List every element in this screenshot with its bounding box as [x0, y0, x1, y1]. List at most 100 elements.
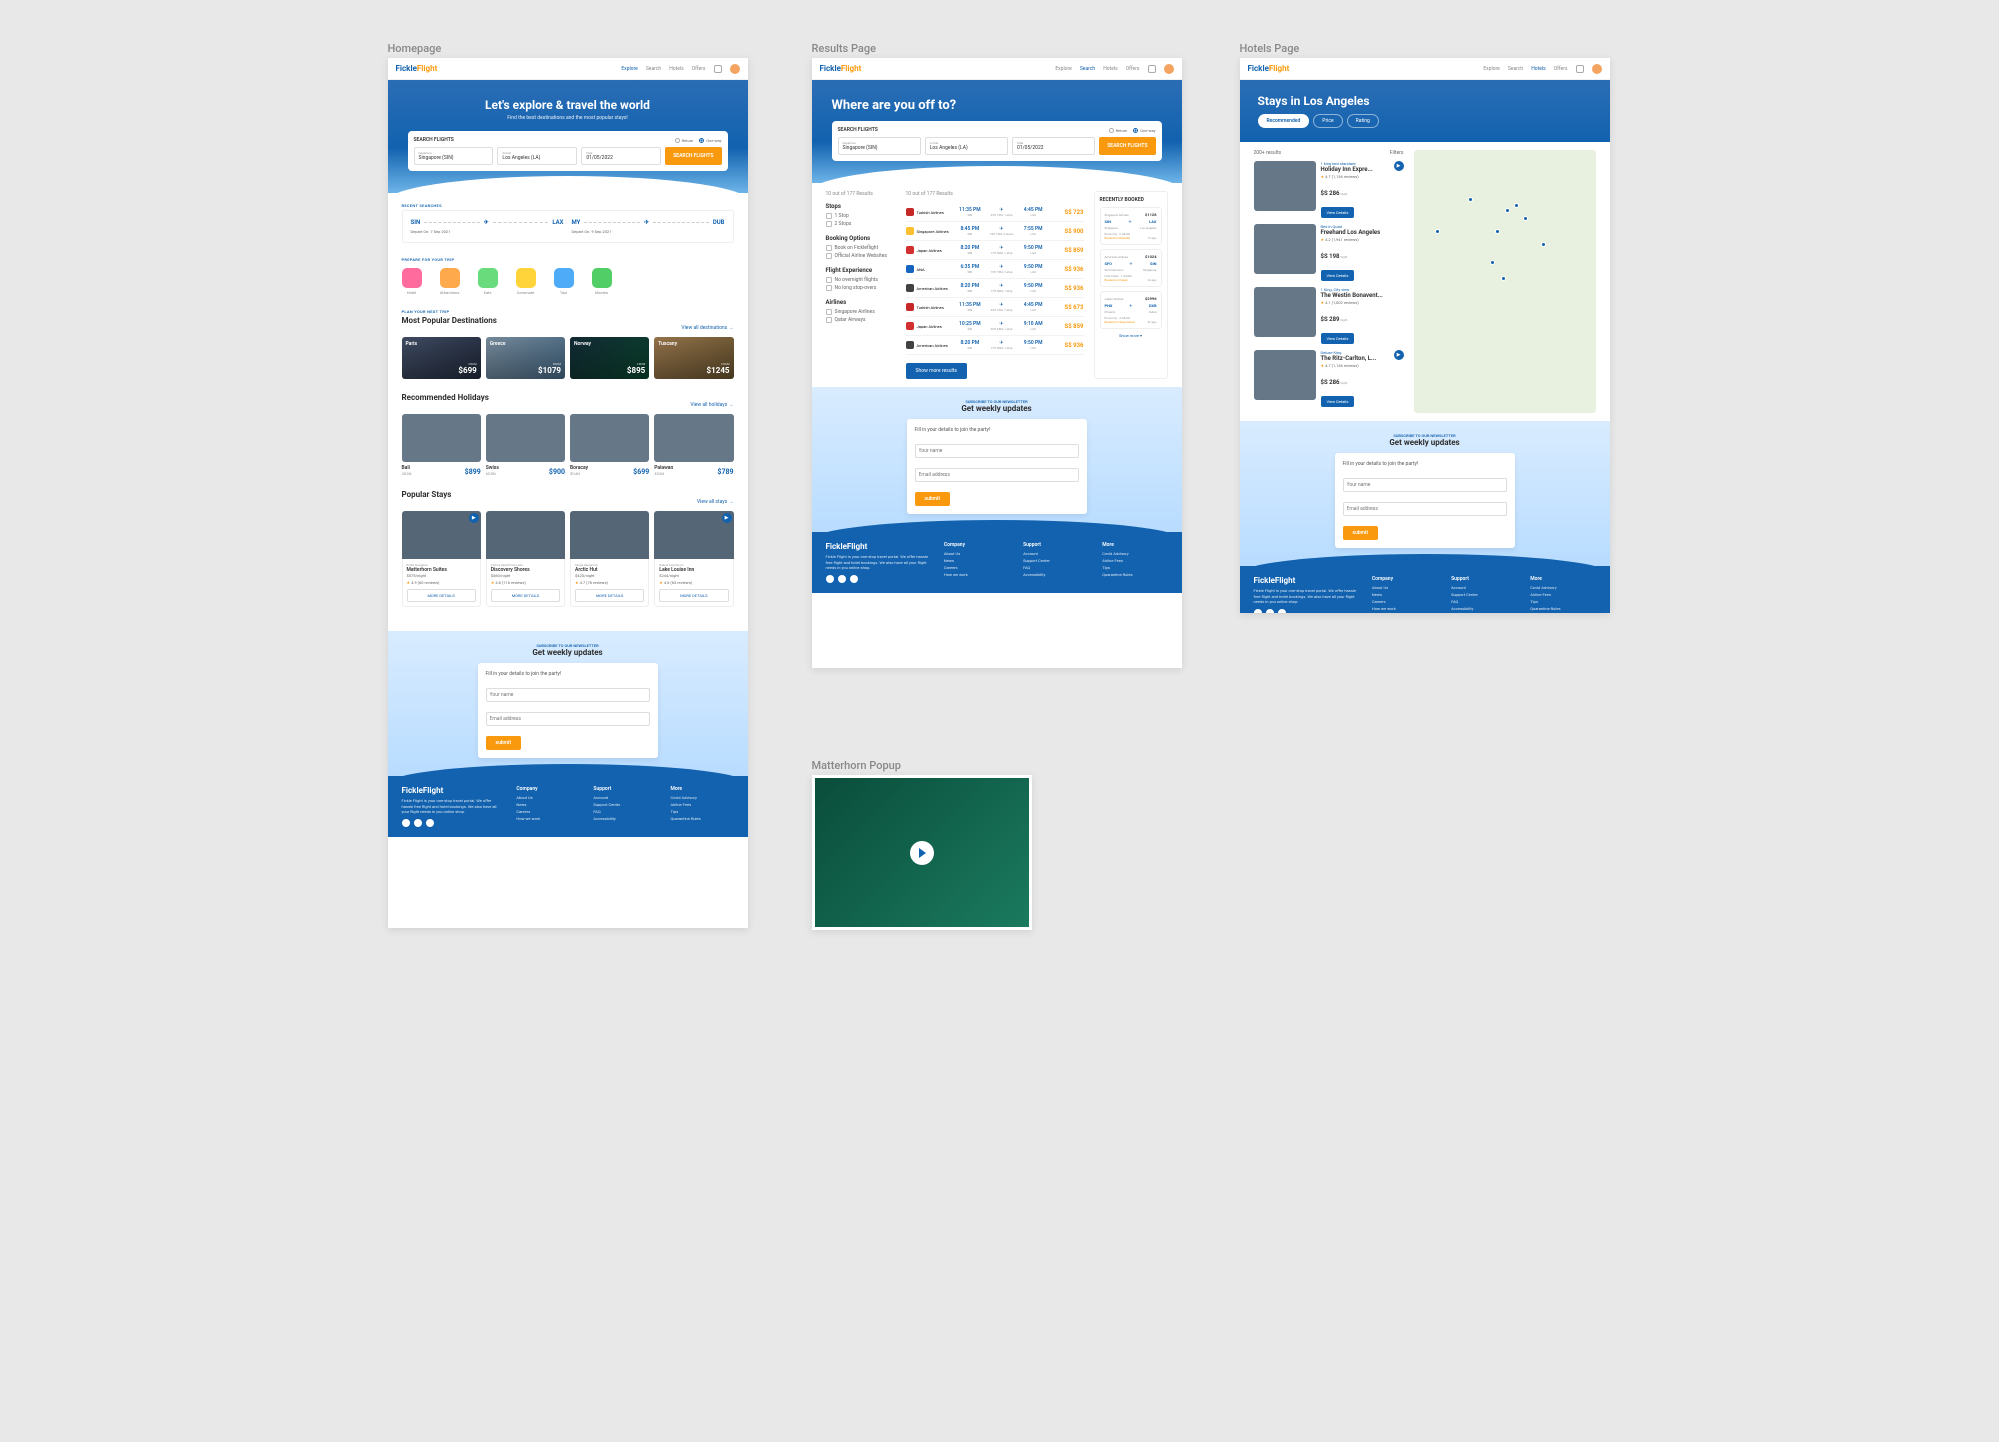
dest-card[interactable]: GreeceFROM$1079 [486, 337, 565, 379]
radio-return[interactable]: Return [675, 138, 694, 143]
tile-attractions[interactable]: Attractions [440, 268, 460, 295]
more-details-button[interactable]: MORE DETAILS [407, 589, 476, 602]
twitter-icon[interactable] [850, 575, 858, 583]
departure-field[interactable]: DepartureSingapore (SIN) [414, 147, 494, 165]
more-details-button[interactable]: MORE DETAILS [575, 589, 644, 602]
holiday-card[interactable]: Boracay5D4N$699 [570, 414, 649, 476]
pill-price[interactable]: Price [1313, 114, 1342, 128]
footer-link[interactable]: News [516, 802, 579, 807]
arrival-field[interactable]: ArrivalLos Angeles (LA) [497, 147, 577, 165]
flight-row[interactable]: Japan Airlines 10:25 PMSIN ✈26H 45M, 1-s… [906, 317, 1084, 336]
footer-link[interactable]: Airline Fees [1102, 558, 1167, 563]
twitter-icon[interactable] [426, 819, 434, 827]
email-input[interactable] [486, 712, 650, 726]
dest-card[interactable]: TuscanyFROM$1245 [654, 337, 733, 379]
footer-link[interactable]: How we work [944, 572, 1009, 577]
view-details-button[interactable]: View Details [1321, 333, 1355, 344]
filter-checkbox[interactable]: 2 Stops [826, 221, 896, 227]
tile-movies[interactable]: Movies [592, 268, 612, 295]
avatar[interactable] [1592, 64, 1602, 74]
pill-rating[interactable]: Rating [1347, 114, 1379, 128]
name-input[interactable] [486, 688, 650, 702]
footer-link[interactable]: About Us [516, 795, 579, 800]
avatar[interactable] [730, 64, 740, 74]
footer-link[interactable]: FAQ [593, 809, 656, 814]
footer-link[interactable]: Quarantine Rules [1530, 606, 1595, 611]
view-details-button[interactable]: View Details [1321, 270, 1355, 281]
footer-link[interactable]: Quarantine Rules [670, 816, 733, 821]
booked-card[interactable]: Singapore Airlines$1128 SIN✈LAX Singapor… [1100, 207, 1162, 245]
booked-card[interactable]: Japan Airlines$2996 PHX✈DXB PhoenixDubai… [1100, 291, 1162, 329]
footer-link[interactable]: Tips [670, 809, 733, 814]
footer-link[interactable]: Airline Fees [670, 802, 733, 807]
footer-link[interactable]: Covid Advisory [1530, 585, 1595, 590]
flight-row[interactable]: Singapore Airlines 8:45 PMSIN ✈15H 10M, … [906, 222, 1084, 241]
footer-link[interactable]: Account [1023, 551, 1088, 556]
footer-link[interactable]: Account [1451, 585, 1516, 590]
tile-hotel[interactable]: Hotel [402, 268, 422, 295]
footer-link[interactable]: Careers [1372, 599, 1437, 604]
recent-card[interactable]: SIN✈LAX Depart On: 7 Sep 2021 [411, 219, 564, 234]
filter-checkbox[interactable]: Singapore Airlines [826, 309, 896, 315]
footer-link[interactable]: Support Center [593, 802, 656, 807]
facebook-icon[interactable] [402, 819, 410, 827]
footer-link[interactable]: Support Center [1451, 592, 1516, 597]
filter-checkbox[interactable]: No overnight flights [826, 277, 896, 283]
radio-oneway[interactable]: One-way [699, 138, 721, 143]
footer-link[interactable]: Accessibility [1023, 572, 1088, 577]
flight-row[interactable]: Turkish Airlines 11:35 PMSIN ✈33H 10M, 1… [906, 203, 1084, 222]
facebook-icon[interactable] [826, 575, 834, 583]
play-button[interactable] [910, 841, 934, 865]
tile-commute[interactable]: Commute [516, 268, 536, 295]
video-icon[interactable]: ▶ [722, 513, 732, 523]
map[interactable] [1414, 150, 1596, 413]
more-details-button[interactable]: MORE DETAILS [659, 589, 728, 602]
flight-row[interactable]: ANA 6:35 PMSIN ✈19H 15M, 1-stop 9:50 PML… [906, 260, 1084, 279]
twitter-icon[interactable] [1278, 609, 1286, 613]
footer-link[interactable]: News [944, 558, 1009, 563]
view-all-hol[interactable]: View all holidays → [690, 402, 733, 408]
submit-button[interactable]: submit [486, 736, 522, 750]
view-details-button[interactable]: View Details [1321, 207, 1355, 218]
avatar[interactable] [1164, 64, 1174, 74]
view-all-stay[interactable]: View all stays → [697, 499, 734, 505]
recent-card[interactable]: MY✈DUB Depart On: 9 Sep 2021 [572, 219, 725, 234]
nav-hotels[interactable]: Hotels [669, 66, 684, 72]
logo[interactable]: FickleFlight [820, 64, 862, 73]
footer-link[interactable]: How we work [516, 816, 579, 821]
footer-link[interactable]: How we work [1372, 606, 1437, 611]
flight-row[interactable]: American Airlines 8:20 PMSIN ✈17H 30M, 1… [906, 279, 1084, 298]
video-icon[interactable]: ▶ [1394, 350, 1404, 360]
instagram-icon[interactable] [838, 575, 846, 583]
footer-link[interactable]: Accessibility [593, 816, 656, 821]
holiday-card[interactable]: Palawan4D3N$789 [654, 414, 733, 476]
footer-link[interactable]: Careers [516, 809, 579, 814]
holiday-card[interactable]: Swiss6D5N$900 [486, 414, 565, 476]
filter-checkbox[interactable]: No long stop-overs [826, 285, 896, 291]
footer-link[interactable]: FAQ [1451, 599, 1516, 604]
tile-taxi[interactable]: Taxi [554, 268, 574, 295]
footer-link[interactable]: News [1372, 592, 1437, 597]
view-all-dest[interactable]: View all destinations → [681, 325, 733, 331]
nav-explore[interactable]: Explore [621, 66, 638, 72]
more-details-button[interactable]: MORE DETAILS [491, 589, 560, 602]
video-icon[interactable]: ▶ [1394, 161, 1404, 171]
bell-icon[interactable] [714, 65, 722, 73]
footer-link[interactable]: Support Center [1023, 558, 1088, 563]
facebook-icon[interactable] [1254, 609, 1262, 613]
filter-checkbox[interactable]: Official Airline Websites [826, 253, 896, 259]
logo[interactable]: FickleFlight [396, 64, 438, 73]
view-details-button[interactable]: View Details [1321, 396, 1355, 407]
dest-card[interactable]: ParisFROM$699 [402, 337, 481, 379]
footer-link[interactable]: Accessibility [1451, 606, 1516, 611]
footer-link[interactable]: Tips [1102, 565, 1167, 570]
filter-checkbox[interactable]: Book on Fickleflight [826, 245, 896, 251]
date-field[interactable]: Date01/05/2022 [581, 147, 661, 165]
show-more-booked[interactable]: Show more ▾ [1100, 333, 1162, 338]
footer-link[interactable]: About Us [1372, 585, 1437, 590]
filter-checkbox[interactable]: Qatar Airways [826, 317, 896, 323]
footer-link[interactable]: Tips [1530, 599, 1595, 604]
filter-checkbox[interactable]: 1 Stop [826, 213, 896, 219]
footer-link[interactable]: Covid Advisory [1102, 551, 1167, 556]
nav-search[interactable]: Search [646, 66, 661, 72]
